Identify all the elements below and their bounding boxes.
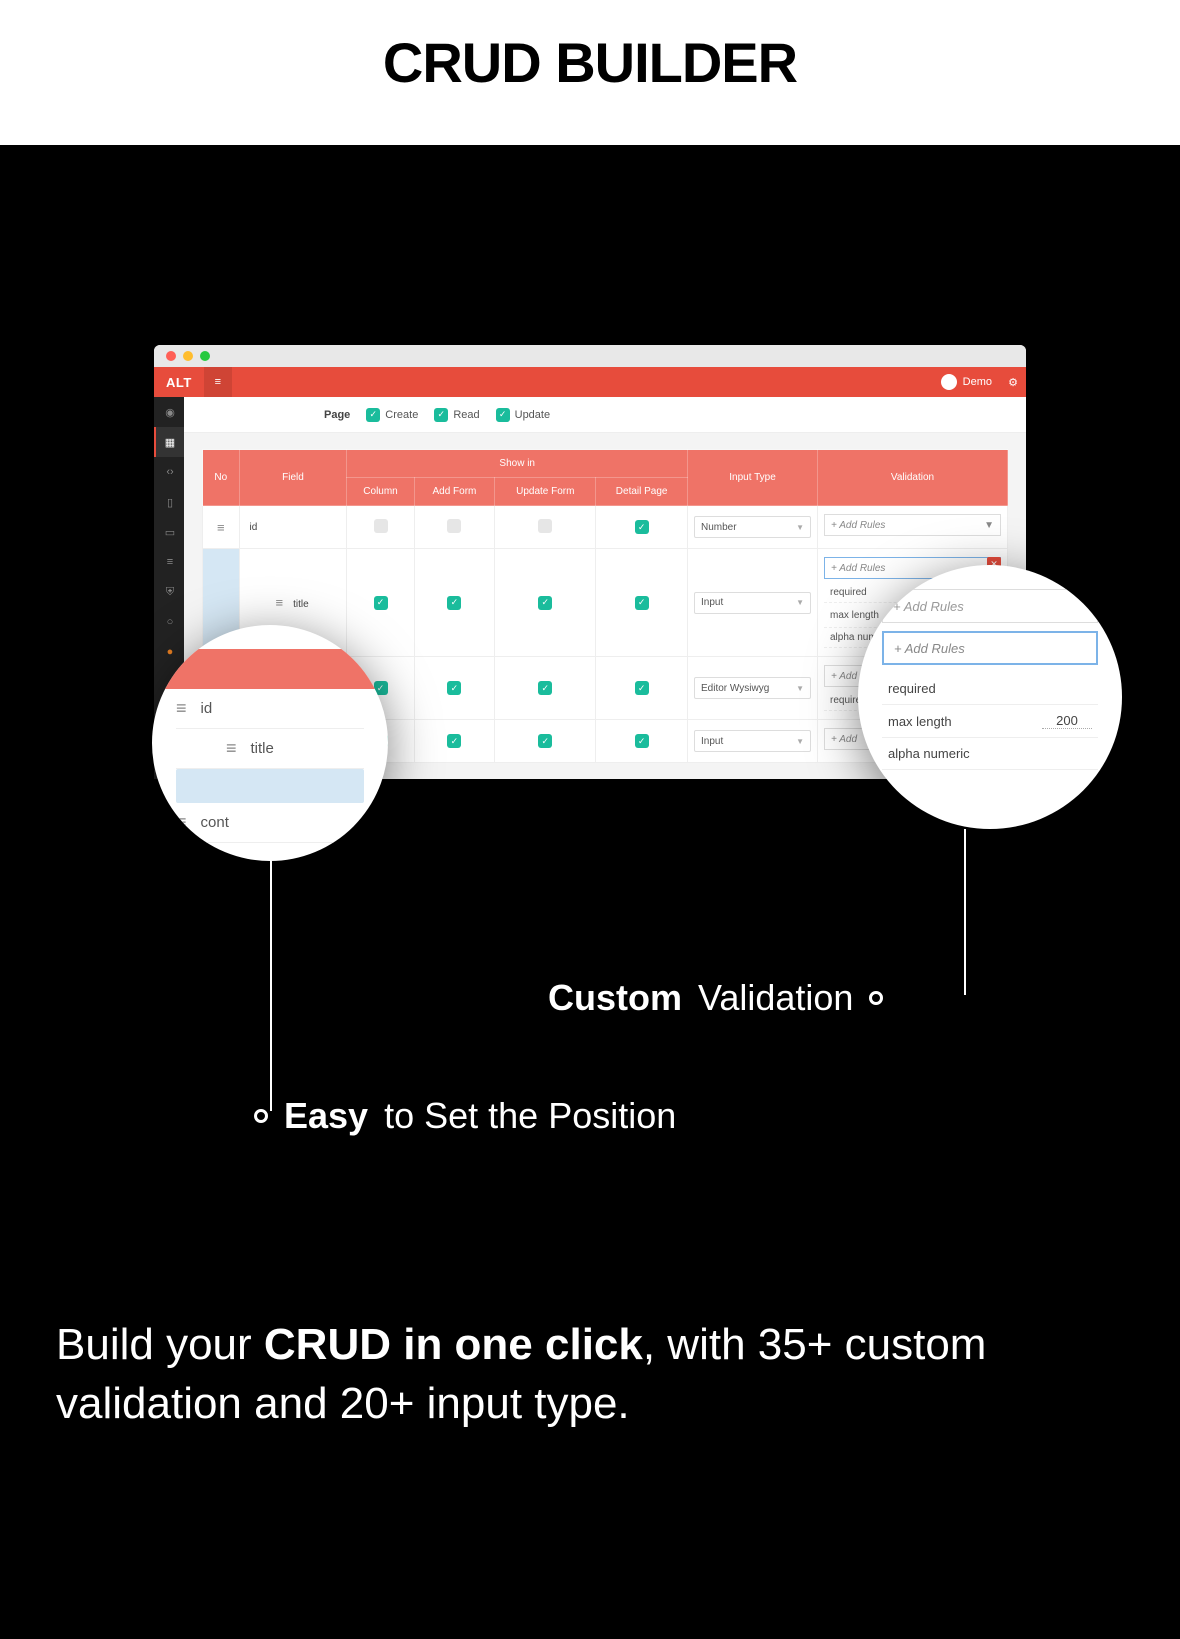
chk-updateform[interactable]	[538, 519, 552, 533]
bottom-copy: Build your CRUD in one click, with 35+ c…	[56, 1315, 1124, 1434]
sidebar-dot[interactable]: ●	[154, 637, 184, 667]
th-detail: Detail Page	[596, 478, 688, 506]
sidebar-circle[interactable]: ○	[154, 607, 184, 637]
add-rules-select[interactable]: + Add Rules	[882, 631, 1098, 665]
rule-maxlength: max length	[882, 705, 1098, 738]
page-options: Page ✓Create ✓Read ✓Update	[184, 397, 1026, 433]
drag-icon[interactable]: ≡	[217, 520, 225, 535]
chk-addform[interactable]: ✓	[447, 596, 461, 610]
caption-validation: CustomValidation	[548, 977, 883, 1019]
th-updateform: Update Form	[495, 478, 596, 506]
th-no: No	[203, 450, 240, 506]
drag-icon[interactable]: ≡	[176, 812, 187, 833]
topbar: ALT ≡ Demo ⚙	[154, 367, 1026, 397]
maxlength-input[interactable]	[1042, 713, 1092, 729]
menu-toggle-icon[interactable]: ≡	[204, 367, 232, 397]
sidebar-tables[interactable]: ▦	[154, 427, 184, 457]
drag-icon[interactable]: ≡	[276, 595, 284, 610]
zoom-validation: + Add Rules + Add Rules required max len…	[858, 565, 1122, 829]
drag-icon[interactable]: ≡	[176, 698, 187, 719]
add-rules-select[interactable]: + Add Rules▼	[824, 514, 1001, 536]
user-name: Demo	[963, 376, 992, 388]
chk-updateform[interactable]: ✓	[538, 596, 552, 610]
close-icon[interactable]	[166, 351, 176, 361]
caption-position: Easyto Set the Position	[254, 1095, 676, 1137]
pin-dot-icon	[869, 991, 883, 1005]
th-addform: Add Form	[414, 478, 495, 506]
opt-update[interactable]: ✓Update	[496, 408, 550, 422]
chk-addform[interactable]: ✓	[447, 681, 461, 695]
th-validation: Validation	[818, 450, 1008, 506]
input-type-select[interactable]: Input▼	[694, 730, 811, 752]
opt-create[interactable]: ✓Create	[366, 408, 418, 422]
opt-read[interactable]: ✓Read	[434, 408, 479, 422]
hero-banner: CRUD BUILDER	[0, 0, 1180, 145]
chk-column[interactable]	[374, 519, 388, 533]
connector-line	[270, 861, 272, 1111]
hero-title: CRUD BUILDER	[0, 30, 1180, 95]
pin-dot-icon	[254, 1109, 268, 1123]
chk-detail[interactable]: ✓	[635, 734, 649, 748]
sidebar-dashboard[interactable]: ◉	[154, 397, 184, 427]
chk-addform[interactable]: ✓	[447, 734, 461, 748]
chk-column[interactable]: ✓	[374, 596, 388, 610]
drag-icon[interactable]: ≡	[226, 738, 237, 759]
sidebar-forms[interactable]: ▭	[154, 517, 184, 547]
feature-section: ALT ≡ Demo ⚙ ◉ ▦ ‹› ▯ ▭ ≡ ⛨ ○ ● Pag	[0, 145, 1180, 1639]
chk-detail[interactable]: ✓	[635, 681, 649, 695]
connector-line	[964, 829, 966, 995]
maximize-icon[interactable]	[200, 351, 210, 361]
sidebar-shield[interactable]: ⛨	[154, 577, 184, 607]
mac-titlebar	[154, 345, 1026, 367]
rule-required: required	[882, 673, 1098, 705]
add-rules-select[interactable]: + Add Rules	[882, 589, 1098, 623]
field-name: id	[239, 506, 347, 549]
chk-addform[interactable]	[447, 519, 461, 533]
chk-detail[interactable]: ✓	[635, 520, 649, 534]
chk-updateform[interactable]: ✓	[538, 681, 552, 695]
sidebar-code[interactable]: ‹›	[154, 457, 184, 487]
th-column: Column	[347, 478, 414, 506]
chk-updateform[interactable]: ✓	[538, 734, 552, 748]
input-type-select[interactable]: Input▼	[694, 592, 811, 614]
sidebar-pages[interactable]: ▯	[154, 487, 184, 517]
th-inputtype: Input Type	[688, 450, 818, 506]
chk-detail[interactable]: ✓	[635, 596, 649, 610]
minimize-icon[interactable]	[183, 351, 193, 361]
table-row: ≡ id ✓ Number▼ + Add Rules▼	[203, 506, 1008, 549]
page-label: Page	[324, 409, 350, 421]
zoom-drag-position: ≡id ≡title ≡cont	[152, 625, 388, 861]
rule-alphanum: alpha numeric	[882, 738, 1098, 770]
input-type-select[interactable]: Editor Wysiwyg▼	[694, 677, 811, 699]
th-field: Field	[239, 450, 347, 506]
th-showin: Show in	[347, 450, 688, 478]
logo: ALT	[154, 375, 204, 390]
sidebar-list[interactable]: ≡	[154, 547, 184, 577]
user-menu[interactable]: Demo	[941, 374, 1000, 390]
input-type-select[interactable]: Number▼	[694, 516, 811, 538]
avatar-icon	[941, 374, 957, 390]
settings-icon[interactable]: ⚙	[1000, 376, 1026, 389]
